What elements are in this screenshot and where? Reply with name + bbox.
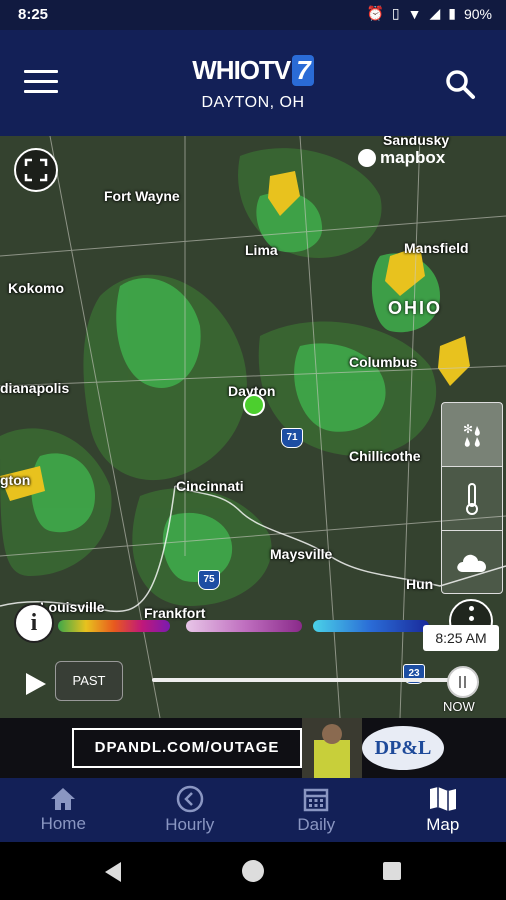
highway-shield-71: 71	[281, 428, 303, 448]
tab-daily[interactable]: Daily	[253, 778, 380, 842]
home-icon	[51, 788, 76, 810]
tab-hourly[interactable]: Hourly	[127, 778, 254, 842]
location-label: DAYTON, OH	[201, 94, 305, 111]
tab-map-label: Map	[426, 815, 460, 834]
city-label-sandusky: Sandusky	[383, 136, 450, 148]
city-label-fort-wayne: Fort Wayne	[104, 188, 180, 204]
city-label-columbus: Columbus	[349, 354, 418, 370]
battery-icon: ▮	[448, 5, 456, 21]
handle-grip	[459, 676, 461, 688]
timeline-slider-handle[interactable]	[447, 666, 479, 698]
thermometer-icon	[466, 482, 478, 515]
alarm-icon: ⏰	[366, 5, 384, 21]
ad-url-text: DPANDL.COM/OUTAGE	[72, 728, 302, 768]
play-icon[interactable]	[22, 671, 48, 697]
legend-info-button[interactable]: i	[14, 603, 54, 643]
tab-home[interactable]: Home	[0, 778, 127, 842]
vibrate-icon: ▯	[391, 5, 400, 21]
menu-icon-bar	[24, 90, 58, 93]
tab-home-label: Home	[40, 814, 86, 833]
city-label-lima: Lima	[245, 242, 278, 258]
city-label-huntington: Hun	[406, 576, 434, 592]
tab-map[interactable]: Map	[380, 778, 506, 842]
city-label-kokomo: Kokomo	[8, 280, 64, 296]
layer-clouds-button[interactable]	[442, 531, 502, 594]
status-time: 8:25	[18, 6, 49, 23]
city-label-cincinnati: Cincinnati	[176, 478, 244, 494]
status-icons: ⏰ ▯ ▼ ◢ ▮ 90%	[366, 5, 492, 22]
city-label-indianapolis: dianapolis	[0, 380, 70, 396]
timeline-track[interactable]	[152, 678, 462, 682]
state-label-ohio: OHIO	[388, 298, 443, 318]
fullscreen-button[interactable]	[14, 148, 58, 192]
back-icon[interactable]	[103, 861, 123, 883]
logo-text: WHIOTV	[192, 55, 291, 85]
system-navigation-bar	[0, 842, 506, 900]
advertisement-banner[interactable]: DPANDL.COM/OUTAGE DP&L	[0, 718, 506, 778]
cloud-icon	[457, 554, 486, 572]
radar-map[interactable]: mapbox Sandusky Fort Wayne Lima Mansfiel…	[0, 136, 506, 718]
calendar-icon	[304, 788, 329, 812]
legend-rain-bar	[58, 620, 170, 632]
tab-hourly-label: Hourly	[165, 815, 215, 834]
battery-percent: 90%	[463, 5, 492, 22]
legend-mix-bar	[186, 620, 302, 632]
city-label-frankfort: Frankfort	[144, 605, 206, 621]
now-label: NOW	[443, 699, 475, 714]
layer-precip-button[interactable]: ✻	[442, 403, 502, 467]
svg-text:✻: ✻	[463, 422, 473, 436]
current-location-marker	[243, 394, 265, 416]
recents-button[interactable]	[383, 862, 401, 880]
layer-temperature-button[interactable]	[442, 467, 502, 531]
city-label-mansfield: Mansfield	[404, 240, 469, 256]
search-icon[interactable]	[444, 68, 476, 100]
more-icon-dot	[468, 606, 474, 611]
map-icon	[429, 787, 456, 811]
wifi-icon: ▼	[407, 5, 422, 22]
city-label-chillicothe: Chillicothe	[349, 448, 421, 464]
ad-worker-image	[302, 718, 362, 778]
layer-panel: ✻	[441, 402, 503, 594]
mapbox-attribution[interactable]: mapbox	[358, 148, 445, 168]
bottom-tab-bar: Home Hourly Daily Map	[0, 778, 506, 842]
signal-icon: ◢	[429, 5, 441, 21]
station-logo: WHIOTV 7	[0, 55, 506, 86]
ad-brand-logo: DP&L	[362, 726, 444, 770]
status-bar: 8:25 ⏰ ▯ ▼ ◢ ▮ 90%	[0, 0, 506, 30]
tab-daily-label: Daily	[297, 815, 336, 834]
expand-icon	[24, 158, 48, 182]
frame-timestamp: 8:25 AM	[423, 625, 499, 651]
legend-snow-bar	[313, 620, 429, 632]
city-label-maysville: Maysville	[270, 546, 333, 562]
handle-grip	[464, 676, 466, 688]
more-icon-dot	[468, 616, 474, 621]
mapbox-logo-icon	[358, 149, 376, 167]
past-button[interactable]: PAST	[55, 661, 123, 701]
city-label-lexington: gton	[0, 472, 31, 488]
clock-icon	[176, 785, 203, 813]
mapbox-label: mapbox	[380, 148, 446, 167]
app-header: WHIOTV 7 DAYTON, OH	[0, 30, 506, 136]
precipitation-icon: ✻	[463, 422, 480, 447]
home-nav-button[interactable]	[242, 860, 264, 882]
highway-shield-75: 75	[198, 570, 220, 590]
logo-number: 7	[292, 55, 314, 86]
